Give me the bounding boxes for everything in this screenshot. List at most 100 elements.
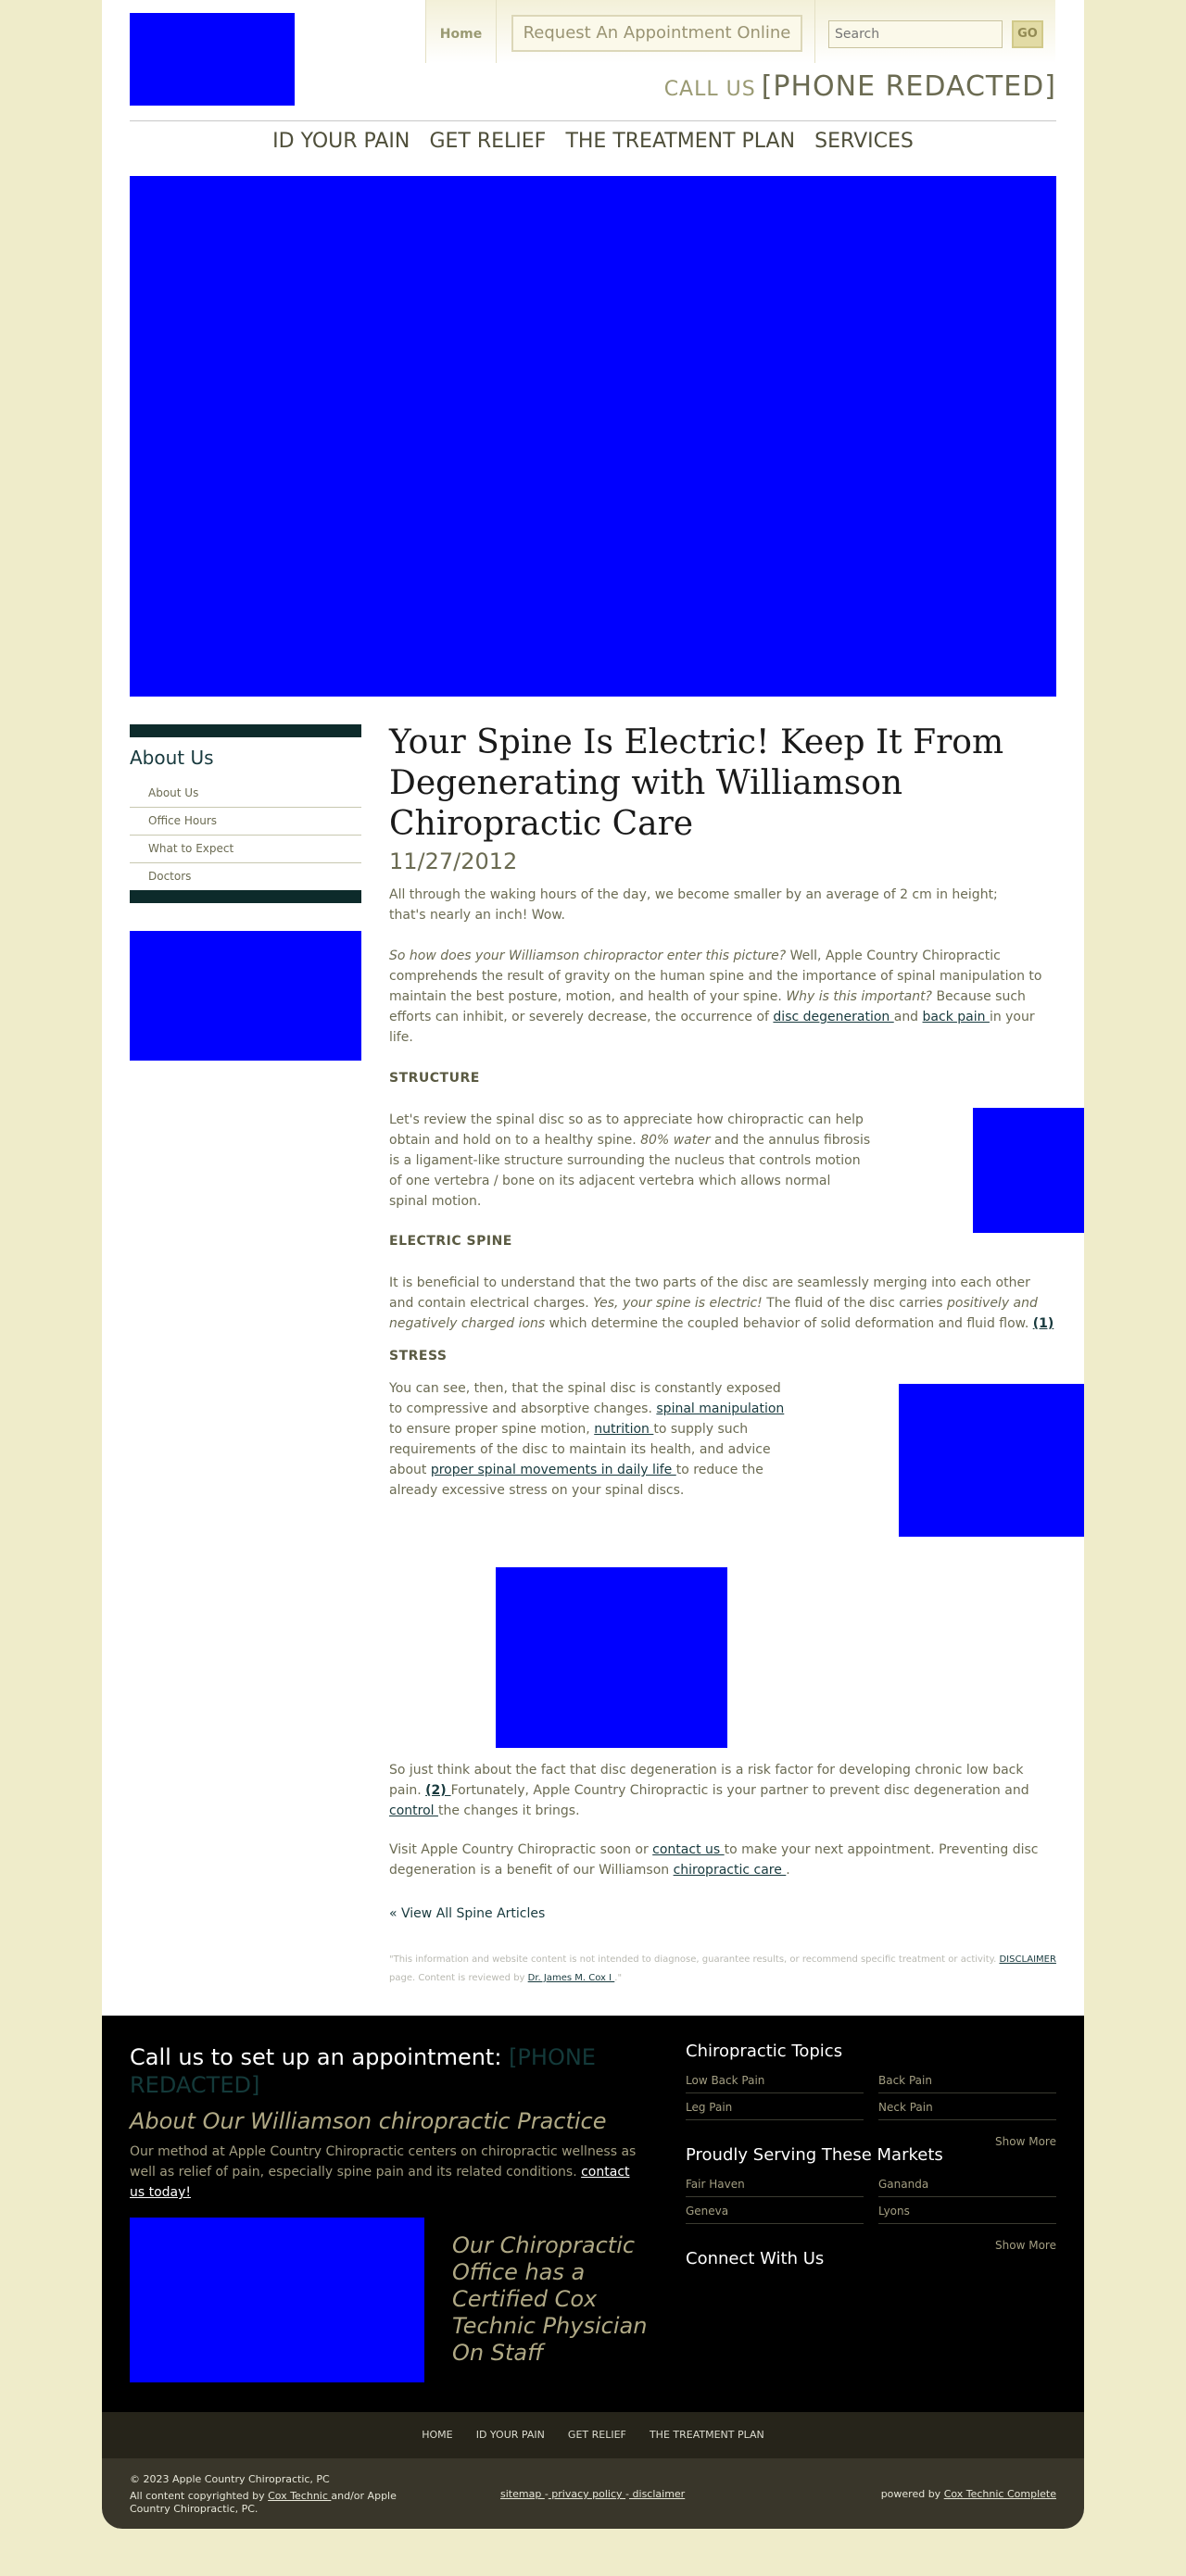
paragraph-3: Let's review the spinal disc so as to ap… (389, 1110, 871, 1212)
nav-get-relief[interactable]: GET RELIEF (429, 130, 546, 153)
disclaimer-footer-link[interactable]: disclaimer (629, 2488, 686, 2500)
privacy-policy-link[interactable]: privacy policy (549, 2488, 625, 2500)
disclaimer-text-2: page. Content is reviewed by (389, 1973, 528, 1983)
copyright: © 2023 Apple Country Chiropractic, PC Al… (130, 2473, 426, 2516)
market-fair-haven[interactable]: Fair Haven (686, 2178, 864, 2197)
sidebar-item-office-hours[interactable]: Office Hours (130, 808, 361, 836)
p5-text-2: to ensure proper spine motion, (389, 1422, 595, 1437)
disclaimer-end: ." (614, 1973, 623, 1983)
disclaimer-link[interactable]: DISCLAIMER (999, 1954, 1055, 1965)
p2-italic-1: So how does your Williamson chiropractor… (389, 949, 787, 963)
heading-structure: STRUCTURE (389, 1071, 480, 1086)
p7-text-3: . (786, 1863, 790, 1878)
p2-italic-2: Why is this important? (786, 989, 932, 1004)
paragraph-7: Visit Apple Country Chiropractic soon or… (389, 1840, 1056, 1880)
reference-2-link[interactable]: (2) (425, 1783, 450, 1798)
market-geneva[interactable]: Geneva (686, 2205, 864, 2224)
logo-image[interactable] (130, 13, 295, 106)
cox-technic-complete-link[interactable]: Cox Technic Complete (944, 2488, 1056, 2500)
footer-nav-treatment-plan[interactable]: THE TREATMENT PLAN (650, 2412, 764, 2458)
sidebar-bottom-bar (130, 890, 361, 903)
sidebar-title: About Us (130, 747, 214, 769)
footer-markets: Proudly Serving These Markets Fair Haven… (686, 2145, 1056, 2252)
search-input[interactable] (828, 20, 1003, 48)
paragraph-2: So how does your Williamson chiropractor… (389, 946, 1056, 1048)
view-all-spine-articles-link[interactable]: « View All Spine Articles (389, 1906, 545, 1921)
market-gananda[interactable]: Gananda (878, 2178, 1056, 2197)
nav-services[interactable]: SERVICES (814, 130, 914, 153)
p7-text-1: Visit Apple Country Chiropractic soon or (389, 1842, 653, 1857)
footer-topics-grid: Low Back Pain Back Pain Leg Pain Neck Pa… (686, 2074, 1056, 2128)
topic-neck-pain[interactable]: Neck Pain (878, 2101, 1056, 2120)
footer-call: Call us to set up an appointment: [PHONE… (130, 2043, 649, 2099)
topic-low-back-pain[interactable]: Low Back Pain (686, 2074, 864, 2093)
call-us-label: CALL US (663, 78, 756, 101)
market-lyons[interactable]: Lyons (878, 2205, 1056, 2224)
sidebar-list: About Us Office Hours What to Expect Doc… (130, 780, 361, 891)
topic-back-pain[interactable]: Back Pain (878, 2074, 1056, 2093)
hero-banner (130, 176, 1056, 697)
article-image-disc (496, 1567, 727, 1748)
topic-leg-pain[interactable]: Leg Pain (686, 2101, 864, 2120)
header-phone[interactable]: [PHONE REDACTED] (762, 70, 1056, 103)
powered-text: powered by (880, 2488, 944, 2500)
sidebar-top-bar (130, 724, 361, 737)
p6-text-3: the changes it brings. (437, 1803, 580, 1818)
spinal-manipulation-link[interactable]: spinal manipulation (656, 1401, 784, 1416)
footer-nav-id-your-pain[interactable]: ID YOUR PAIN (476, 2412, 545, 2458)
article-image-stress (899, 1384, 1084, 1537)
article-image-structure (973, 1108, 1084, 1233)
article-title: Your Spine Is Electric! Keep It From Deg… (389, 723, 1004, 843)
home-tab[interactable]: Home (425, 0, 496, 63)
paragraph-5: You can see, then, that the spinal disc … (389, 1378, 792, 1501)
disc-degeneration-link[interactable]: disc degeneration (773, 1010, 893, 1024)
sidebar-item-what-to-expect[interactable]: What to Expect (130, 836, 361, 863)
request-appointment-button[interactable]: Request An Appointment Online (511, 15, 802, 52)
copyright-line-2: All content copyrighted by Cox Technic a… (130, 2490, 426, 2516)
heading-stress: STRESS (389, 1349, 448, 1363)
heading-electric-spine: ELECTRIC SPINE (389, 1234, 512, 1249)
sidebar-item-about-us[interactable]: About Us (130, 780, 361, 808)
footer: Call us to set up an appointment: [PHONE… (102, 2016, 1084, 2412)
reference-1-link[interactable]: (1) (1033, 1316, 1054, 1331)
footer-about-body: Our method at Apple Country Chiropractic… (130, 2144, 637, 2180)
footer-nav-get-relief[interactable]: GET RELIEF (568, 2412, 626, 2458)
chiropractic-care-link[interactable]: chiropractic care (674, 1863, 787, 1878)
footer-nav: HOME ID YOUR PAIN GET RELIEF THE TREATME… (102, 2412, 1084, 2458)
appointment-segment: Request An Appointment Online (496, 0, 814, 63)
p4-text-2: The fluid of the disc carries (762, 1296, 948, 1311)
nav-treatment-plan[interactable]: THE TREATMENT PLAN (565, 130, 795, 153)
reviewer-link[interactable]: Dr. James M. Cox I (528, 1973, 615, 1983)
sidebar-image[interactable] (130, 931, 361, 1061)
copyright-text: All content copyrighted by (130, 2490, 269, 2502)
footer-topics: Chiropractic Topics Low Back Pain Back P… (686, 2042, 1056, 2148)
page: Home Request An Appointment Online GO CA… (102, 0, 1084, 2529)
cox-technic-link[interactable]: Cox Technic (268, 2490, 331, 2502)
paragraph-6: So just think about the fact that disc d… (389, 1760, 1056, 1821)
sidebar-item-doctors[interactable]: Doctors (130, 863, 361, 891)
p3-italic: 80% water (640, 1133, 711, 1148)
header-divider (130, 120, 1056, 121)
article: Your Spine Is Electric! Keep It From Deg… (389, 723, 1056, 1878)
spinal-movements-link[interactable]: proper spinal movements in daily life (431, 1463, 676, 1477)
footer-markets-title: Proudly Serving These Markets (686, 2145, 943, 2165)
footer-call-text: Call us to set up an appointment: (130, 2044, 510, 2070)
control-link[interactable]: control (389, 1803, 438, 1818)
search-segment: GO (814, 0, 1055, 63)
main-nav: ID YOUR PAIN GET RELIEF THE TREATMENT PL… (130, 130, 1056, 153)
sitemap-link[interactable]: sitemap (500, 2488, 545, 2500)
back-pain-link[interactable]: back pain (923, 1010, 990, 1024)
nav-id-your-pain[interactable]: ID YOUR PAIN (272, 130, 410, 153)
p2-and: and (893, 1010, 923, 1024)
footer-about-title: About Our Williamson chiropractic Practi… (130, 2108, 607, 2134)
paragraph-1: All through the waking hours of the day,… (389, 887, 998, 923)
footer-connect: Connect With Us (686, 2249, 1056, 2281)
footer-nav-home[interactable]: HOME (422, 2412, 452, 2458)
nutrition-link[interactable]: nutrition (594, 1422, 653, 1437)
legal-links: sitemap - privacy policy - disclaimer (500, 2488, 685, 2500)
contact-us-link[interactable]: contact us (652, 1842, 724, 1857)
footer-certified-text: Our Chiropractic Office has a Certified … (452, 2232, 648, 2366)
disclaimer-text: "This information and website content is… (389, 1954, 1000, 1965)
search-go-button[interactable]: GO (1012, 20, 1043, 48)
copyright-line-1: © 2023 Apple Country Chiropractic, PC (130, 2473, 330, 2485)
